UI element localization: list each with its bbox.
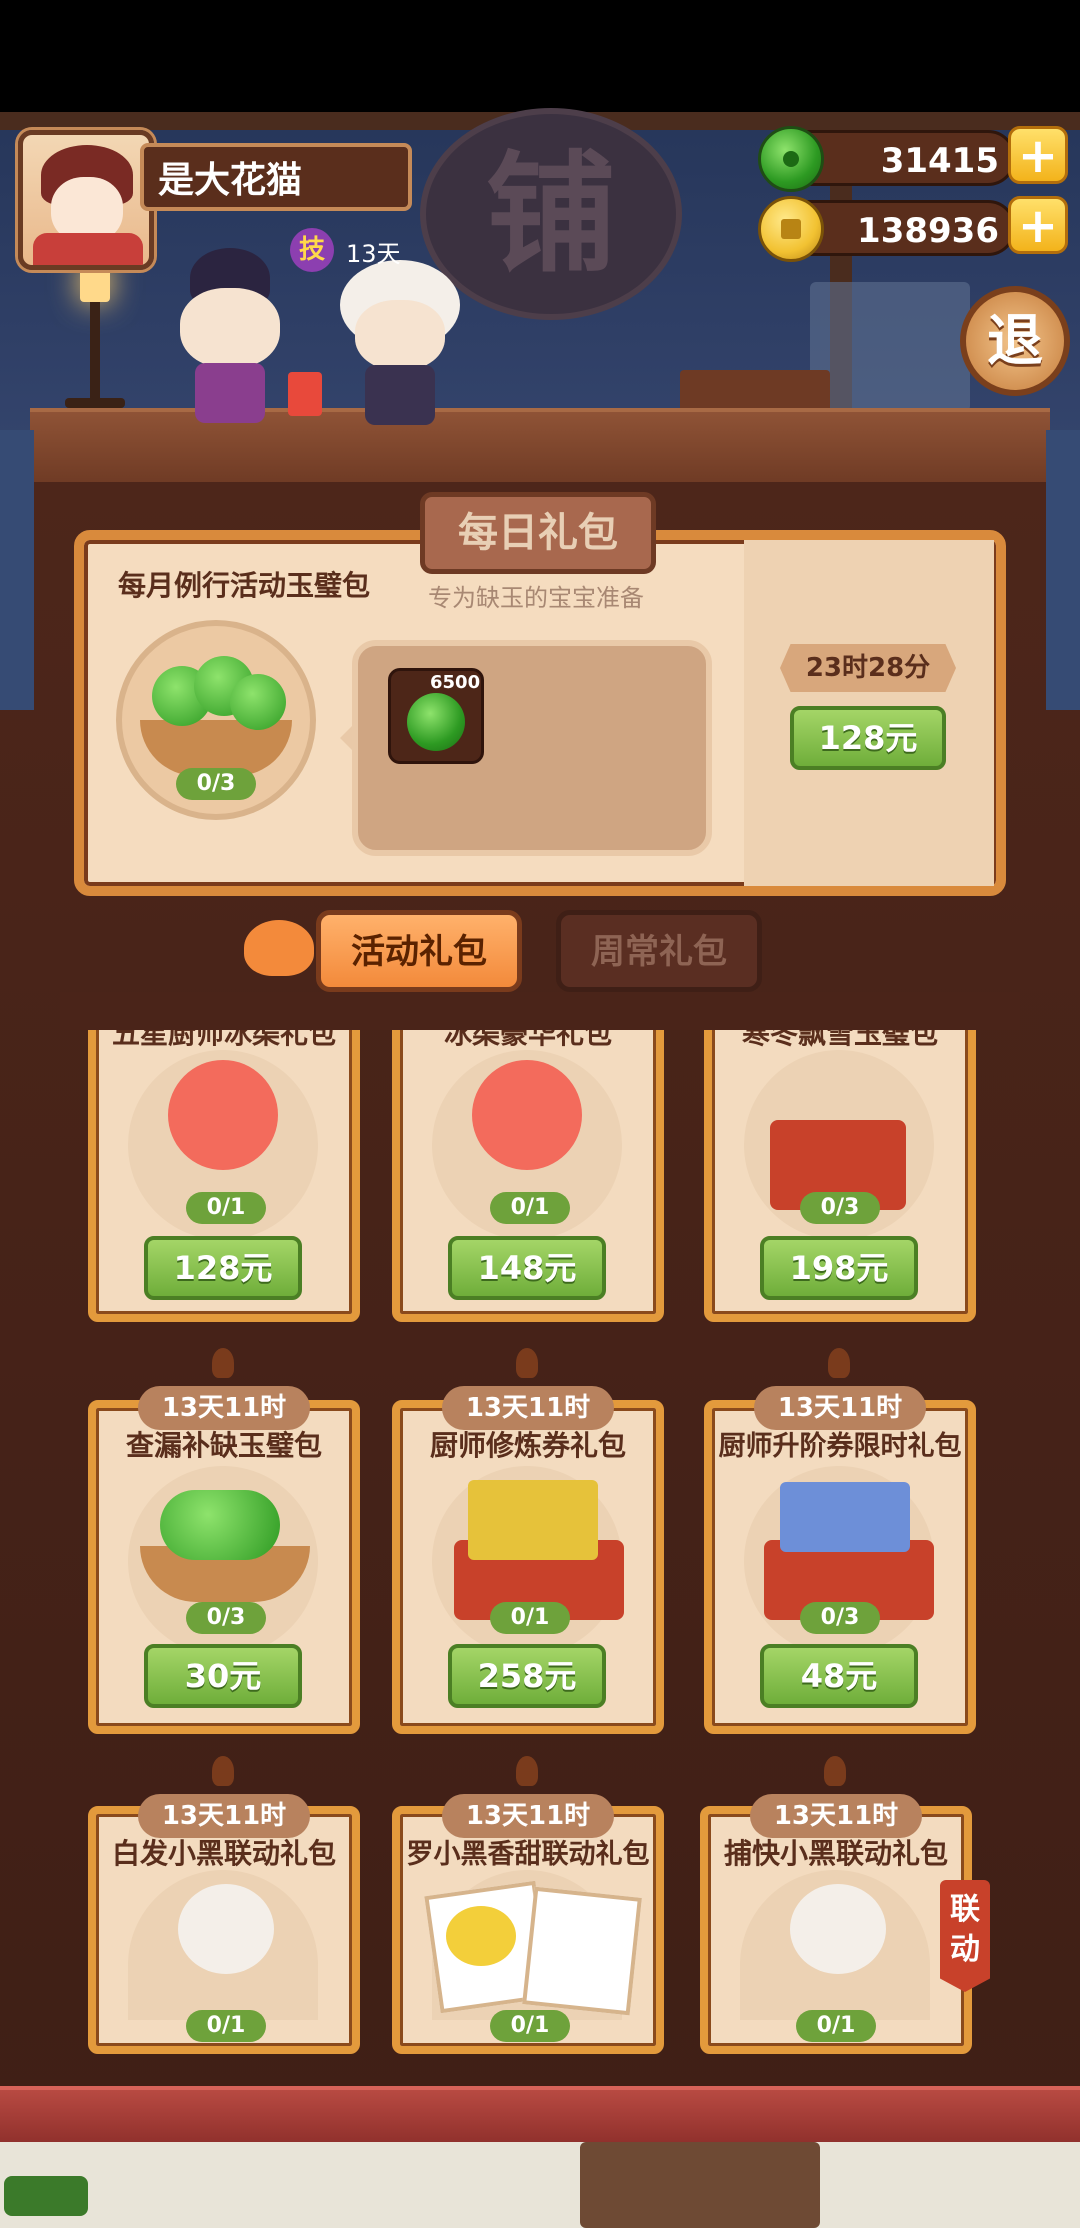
player-avatar[interactable]: [18, 130, 154, 270]
daily-gift-buy-button[interactable]: 128元: [790, 706, 946, 770]
character-hair: [790, 1884, 886, 1974]
gift-card-name: 罗小黑香甜联动礼包: [406, 1839, 650, 1870]
gift-card-buy-button[interactable]: 258元: [448, 1644, 606, 1708]
hanging-pin: [516, 1348, 538, 1378]
hanging-pin: [212, 1756, 234, 1786]
gift-card-progress: 0/1: [490, 2010, 570, 2042]
gift-card-buy-button[interactable]: 148元: [448, 1236, 606, 1300]
gift-card-progress: 0/1: [186, 2010, 266, 2042]
hanging-pin: [828, 1348, 850, 1378]
jade-pile: [160, 1490, 280, 1560]
add-jade-button[interactable]: +: [1008, 126, 1068, 184]
gift-card-name: 厨师修炼券礼包: [429, 1429, 626, 1462]
fox-mascot-icon: [244, 920, 314, 976]
character-white-hair-boy: [330, 250, 470, 430]
collab-tag: 联动: [940, 1880, 990, 1992]
duck-sweet-icon: [446, 1906, 516, 1966]
skill-days: 13天: [346, 240, 401, 268]
voucher-stack: [468, 1480, 598, 1560]
gift-box-icon: [288, 372, 322, 416]
gift-card-progress: 0/3: [800, 1602, 880, 1634]
exit-button[interactable]: 退: [960, 286, 1070, 396]
gift-card-buy-button[interactable]: 128元: [144, 1236, 302, 1300]
hanging-pin: [212, 1348, 234, 1378]
candle-lamp-icon: [60, 262, 130, 412]
chef-girl-hair: [168, 1060, 278, 1170]
gift-card-progress: 0/3: [800, 1192, 880, 1224]
daily-gift-tab: 每日礼包: [420, 492, 656, 574]
jade-icon: [758, 126, 824, 192]
tab-activity-gifts[interactable]: 活动礼包: [316, 910, 522, 992]
skill-badge: 技: [290, 228, 334, 272]
promotion-voucher: [780, 1482, 910, 1552]
character-bunny-girl: [150, 248, 310, 428]
gift-card-name: 捕快小黑联动礼包: [723, 1837, 948, 1870]
bottom-rail: [0, 2086, 1080, 2146]
bottom-scene: [0, 2142, 1080, 2228]
scroll-fade: [60, 992, 1020, 1030]
daily-gift-progress: 0/3: [176, 768, 256, 800]
chef-girl-hair: [472, 1060, 582, 1170]
daily-gift-title: 每月例行活动玉璧包: [118, 569, 371, 602]
green-box: [4, 2176, 88, 2216]
hanging-pin: [824, 1756, 846, 1786]
daily-gift-timer: 23时28分: [780, 644, 956, 692]
jade-icon: [407, 693, 465, 751]
hanging-pin: [516, 1756, 538, 1786]
tab-weekly-gifts[interactable]: 周常礼包: [556, 910, 762, 992]
daily-gift-subtitle: 专为缺玉的宝宝准备: [428, 584, 644, 612]
gift-card-progress: 0/1: [796, 2010, 876, 2042]
gift-card-name: 厨师升阶券限时礼包: [718, 1431, 962, 1462]
gift-card-buy-button[interactable]: 30元: [144, 1644, 302, 1708]
coin-icon: [758, 196, 824, 262]
gift-card-name: 查漏补缺玉璧包: [125, 1429, 322, 1462]
gift-card-name: 白发小黑联动礼包: [111, 1837, 336, 1870]
player-name: 是大花猫: [140, 143, 412, 211]
gift-card-progress: 0/1: [490, 1602, 570, 1634]
cart: [580, 2142, 820, 2228]
character-hair: [178, 1884, 274, 1974]
left-curtain: [0, 430, 34, 710]
add-coin-button[interactable]: +: [1008, 196, 1068, 254]
gift-card-buy-button[interactable]: 48元: [760, 1644, 918, 1708]
gift-card-progress: 0/3: [186, 1602, 266, 1634]
weapon-rack: [810, 282, 970, 412]
photo-card: [522, 1886, 642, 2016]
gift-card-buy-button[interactable]: 198元: [760, 1236, 918, 1300]
jade-item-count: 6500: [430, 672, 481, 693]
gift-card-progress: 0/1: [490, 1192, 570, 1224]
gift-card-progress: 0/1: [186, 1192, 266, 1224]
right-curtain: [1046, 430, 1080, 710]
